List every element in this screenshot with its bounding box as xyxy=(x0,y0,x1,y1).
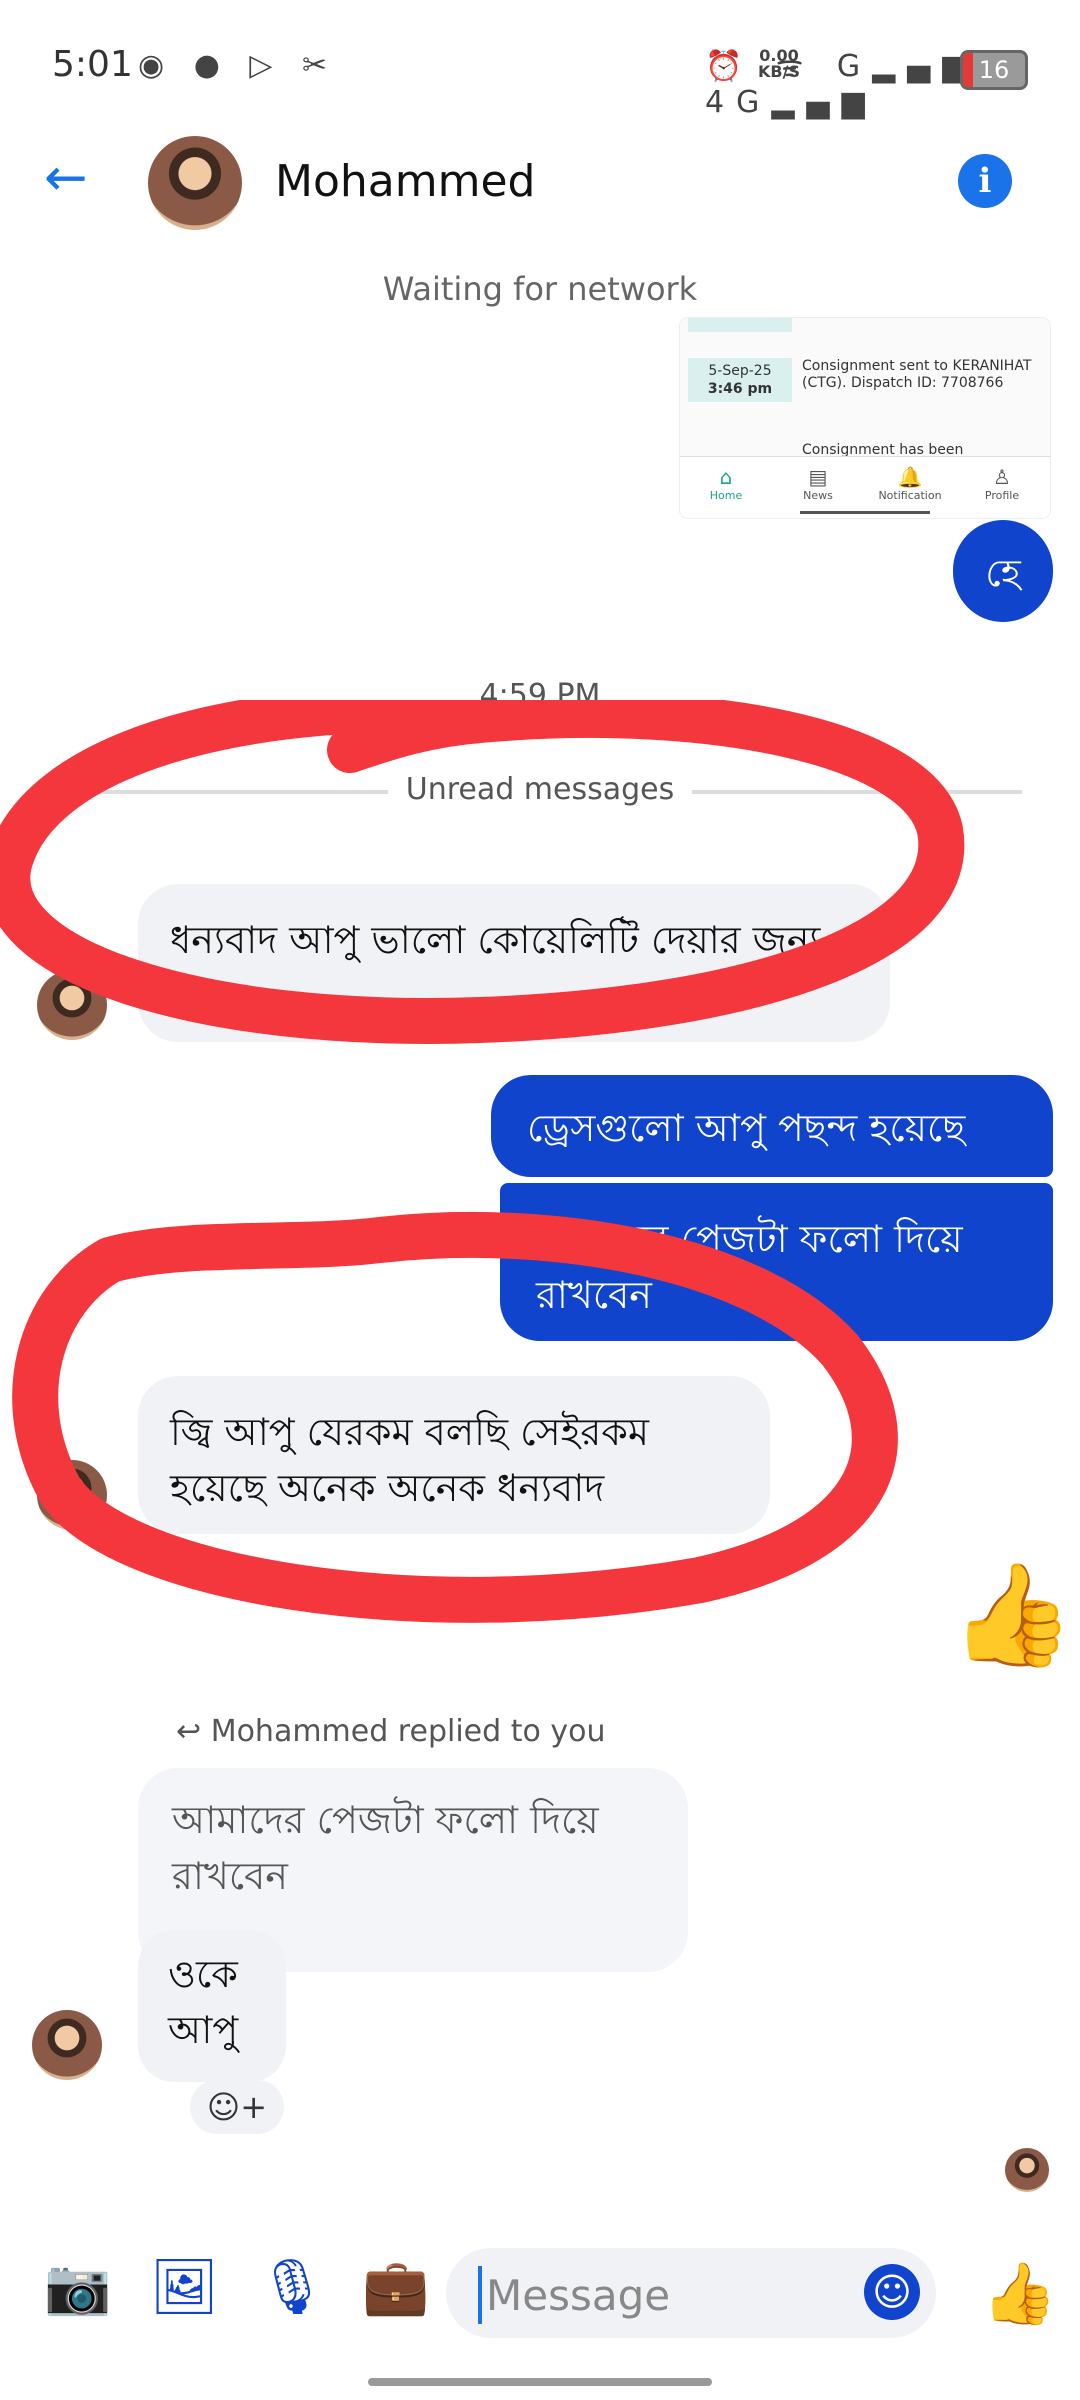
profile-icon: ♙ xyxy=(993,465,1011,489)
image-date: 5-Sep-25 xyxy=(708,363,772,379)
info-icon[interactable]: i xyxy=(958,154,1012,208)
shared-image[interactable]: 5-Sep-25 3:46 pm Consignment sent to KER… xyxy=(680,318,1050,518)
incoming-message[interactable]: ওকে আপু xyxy=(138,1930,286,2082)
network-speed: 0.00 KB/S xyxy=(758,48,800,80)
reply-label: ↩ Mohammed replied to you xyxy=(176,1714,605,1749)
message-input[interactable] xyxy=(478,2266,868,2324)
reply-label-text: Mohammed replied to you xyxy=(210,1714,606,1749)
microphone-icon[interactable]: 🎙 xyxy=(258,2255,327,2319)
network-speed-unit: KB/S xyxy=(758,62,800,81)
image-nav-notification: 🔔 Notification xyxy=(864,465,956,502)
gallery-icon[interactable]: 🖼 xyxy=(150,2255,219,2319)
image-home-indicator xyxy=(800,511,930,514)
add-reaction-icon[interactable]: ☺+ xyxy=(190,2080,284,2134)
seen-avatar xyxy=(1005,2148,1049,2192)
back-arrow-icon[interactable]: ← xyxy=(44,148,88,208)
image-nav-home: ⌂ Home xyxy=(680,465,772,502)
home-icon: ⌂ xyxy=(719,465,733,489)
image-nav-news: ▤ News xyxy=(772,465,864,502)
network-status: Waiting for network xyxy=(382,270,698,308)
status-bar: 5:01 ◉ ● ▷ ✂ ⏰ ᯤ G▂▄▆ 4G▂▄▆ 0.00 KB/S 16 xyxy=(0,0,1080,140)
camera-icon[interactable]: 📷 xyxy=(44,2255,111,2319)
sender-avatar[interactable] xyxy=(32,2010,102,2080)
home-indicator[interactable] xyxy=(368,2378,712,2386)
image-time: 3:46 pm xyxy=(707,381,773,397)
image-date-badge: 5-Sep-25 3:46 pm xyxy=(688,358,792,402)
briefcase-icon[interactable]: 💼 xyxy=(362,2255,429,2319)
image-message: Consignment sent to KERANIHAT (CTG). Dis… xyxy=(802,358,1032,391)
sender-avatar[interactable] xyxy=(37,1460,107,1530)
status-time: 5:01 xyxy=(52,44,133,85)
contact-avatar[interactable] xyxy=(148,136,242,230)
battery-level: 16 xyxy=(978,56,1010,84)
sender-avatar[interactable] xyxy=(37,970,107,1040)
image-bottom-nav: ⌂ Home ▤ News 🔔 Notification ♙ Profile xyxy=(680,456,1050,518)
image-date-strip xyxy=(688,318,792,332)
outgoing-message[interactable]: হে xyxy=(953,520,1053,622)
emoji-icon[interactable]: ☺ xyxy=(864,2264,920,2320)
message-timestamp: 4:59 PM xyxy=(479,678,601,713)
contact-name[interactable]: Mohammed xyxy=(275,156,535,207)
image-nav-profile: ♙ Profile xyxy=(956,465,1048,502)
thumbs-up-icon[interactable]: 👍 xyxy=(950,1556,1075,1674)
news-icon: ▤ xyxy=(808,465,828,489)
reply-icon: ↩ xyxy=(176,1714,202,1749)
bell-icon: 🔔 xyxy=(897,465,923,489)
notification-icons: ◉ ● ▷ ✂ xyxy=(138,48,338,83)
send-like-icon[interactable]: 👍 xyxy=(982,2258,1057,2329)
battery-icon: 16 xyxy=(960,50,1028,90)
outgoing-message[interactable]: ড্রেসগুলো আপু পছন্দ হয়েছে xyxy=(491,1075,1053,1177)
incoming-message[interactable]: জ্বি আপু যেরকম বলছি সেইরকম হয়েছে অনেক অ… xyxy=(138,1376,770,1534)
outgoing-message[interactable]: আমাদের পেজটা ফলো দিয়ে রাখবেন xyxy=(500,1183,1053,1341)
incoming-message[interactable]: ধন্যবাদ আপু ভালো কোয়েলিটি দেয়ার জন্য xyxy=(138,884,890,1042)
unread-label: Unread messages xyxy=(0,772,1080,807)
